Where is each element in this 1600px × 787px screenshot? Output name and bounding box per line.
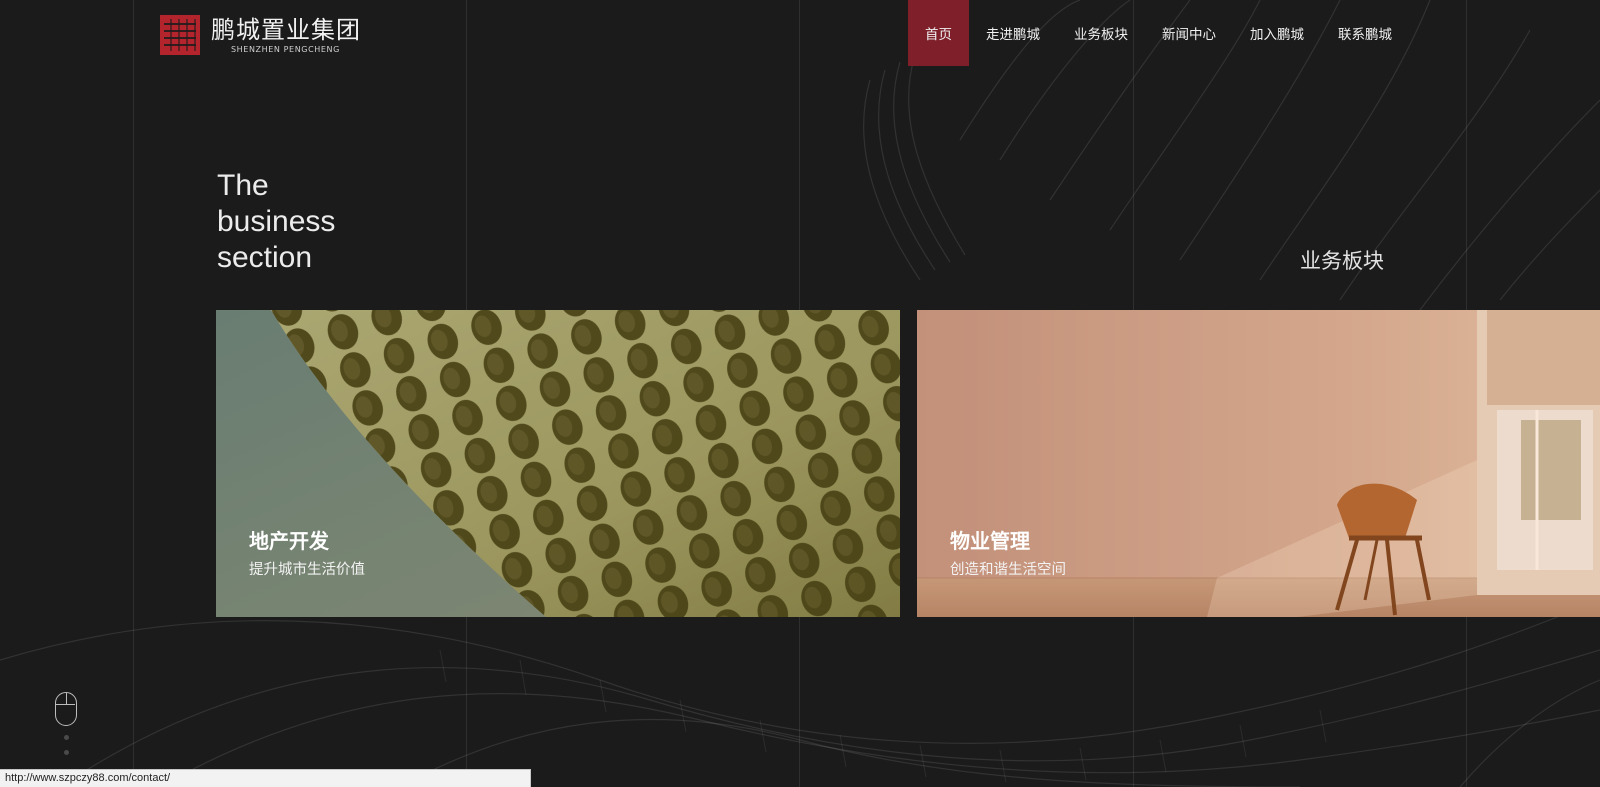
- nav-item-business[interactable]: 业务板块: [1057, 0, 1145, 66]
- nav-item-join[interactable]: 加入鹏城: [1233, 0, 1321, 66]
- section-title-en-line: section: [217, 241, 313, 274]
- nav-item-contact[interactable]: 联系鹏城: [1321, 0, 1409, 66]
- logo[interactable]: 鹏城置业集团 SHENZHEN PENGCHENG: [160, 14, 361, 56]
- scroll-dot: [64, 735, 69, 740]
- mouse-icon[interactable]: [55, 692, 77, 726]
- grid-line: [133, 0, 134, 787]
- main-nav: 首页 走进鹏城 业务板块 新闻中心 加入鹏城 联系鹏城: [908, 0, 1409, 66]
- logo-name-en: SHENZHEN PENGCHENG: [231, 45, 340, 54]
- scroll-dot: [64, 750, 69, 755]
- card-subtitle: 创造和谐生活空间: [950, 562, 1066, 578]
- nav-item-home[interactable]: 首页: [908, 0, 969, 66]
- section-title-en-line: The: [217, 169, 269, 202]
- nav-item-about[interactable]: 走进鹏城: [969, 0, 1057, 66]
- section-title-cn: 业务板块: [1300, 249, 1384, 273]
- logo-seal-icon: [160, 15, 200, 55]
- card-subtitle: 提升城市生活价值: [249, 562, 365, 578]
- browser-status-bar: http://www.szpczy88.com/contact/: [0, 769, 531, 787]
- card-title: 物业管理: [950, 529, 1030, 553]
- business-card-property-management[interactable]: 物业管理 创造和谐生活空间: [917, 310, 1600, 617]
- logo-name-cn: 鹏城置业集团: [211, 16, 361, 44]
- section-title-en: The business section: [217, 168, 335, 276]
- section-title-en-line: business: [217, 205, 336, 238]
- business-card-real-estate[interactable]: 地产开发 提升城市生活价值: [216, 310, 900, 617]
- nav-item-news[interactable]: 新闻中心: [1145, 0, 1233, 66]
- logo-text: 鹏城置业集团 SHENZHEN PENGCHENG: [211, 16, 361, 54]
- card-title: 地产开发: [249, 529, 329, 553]
